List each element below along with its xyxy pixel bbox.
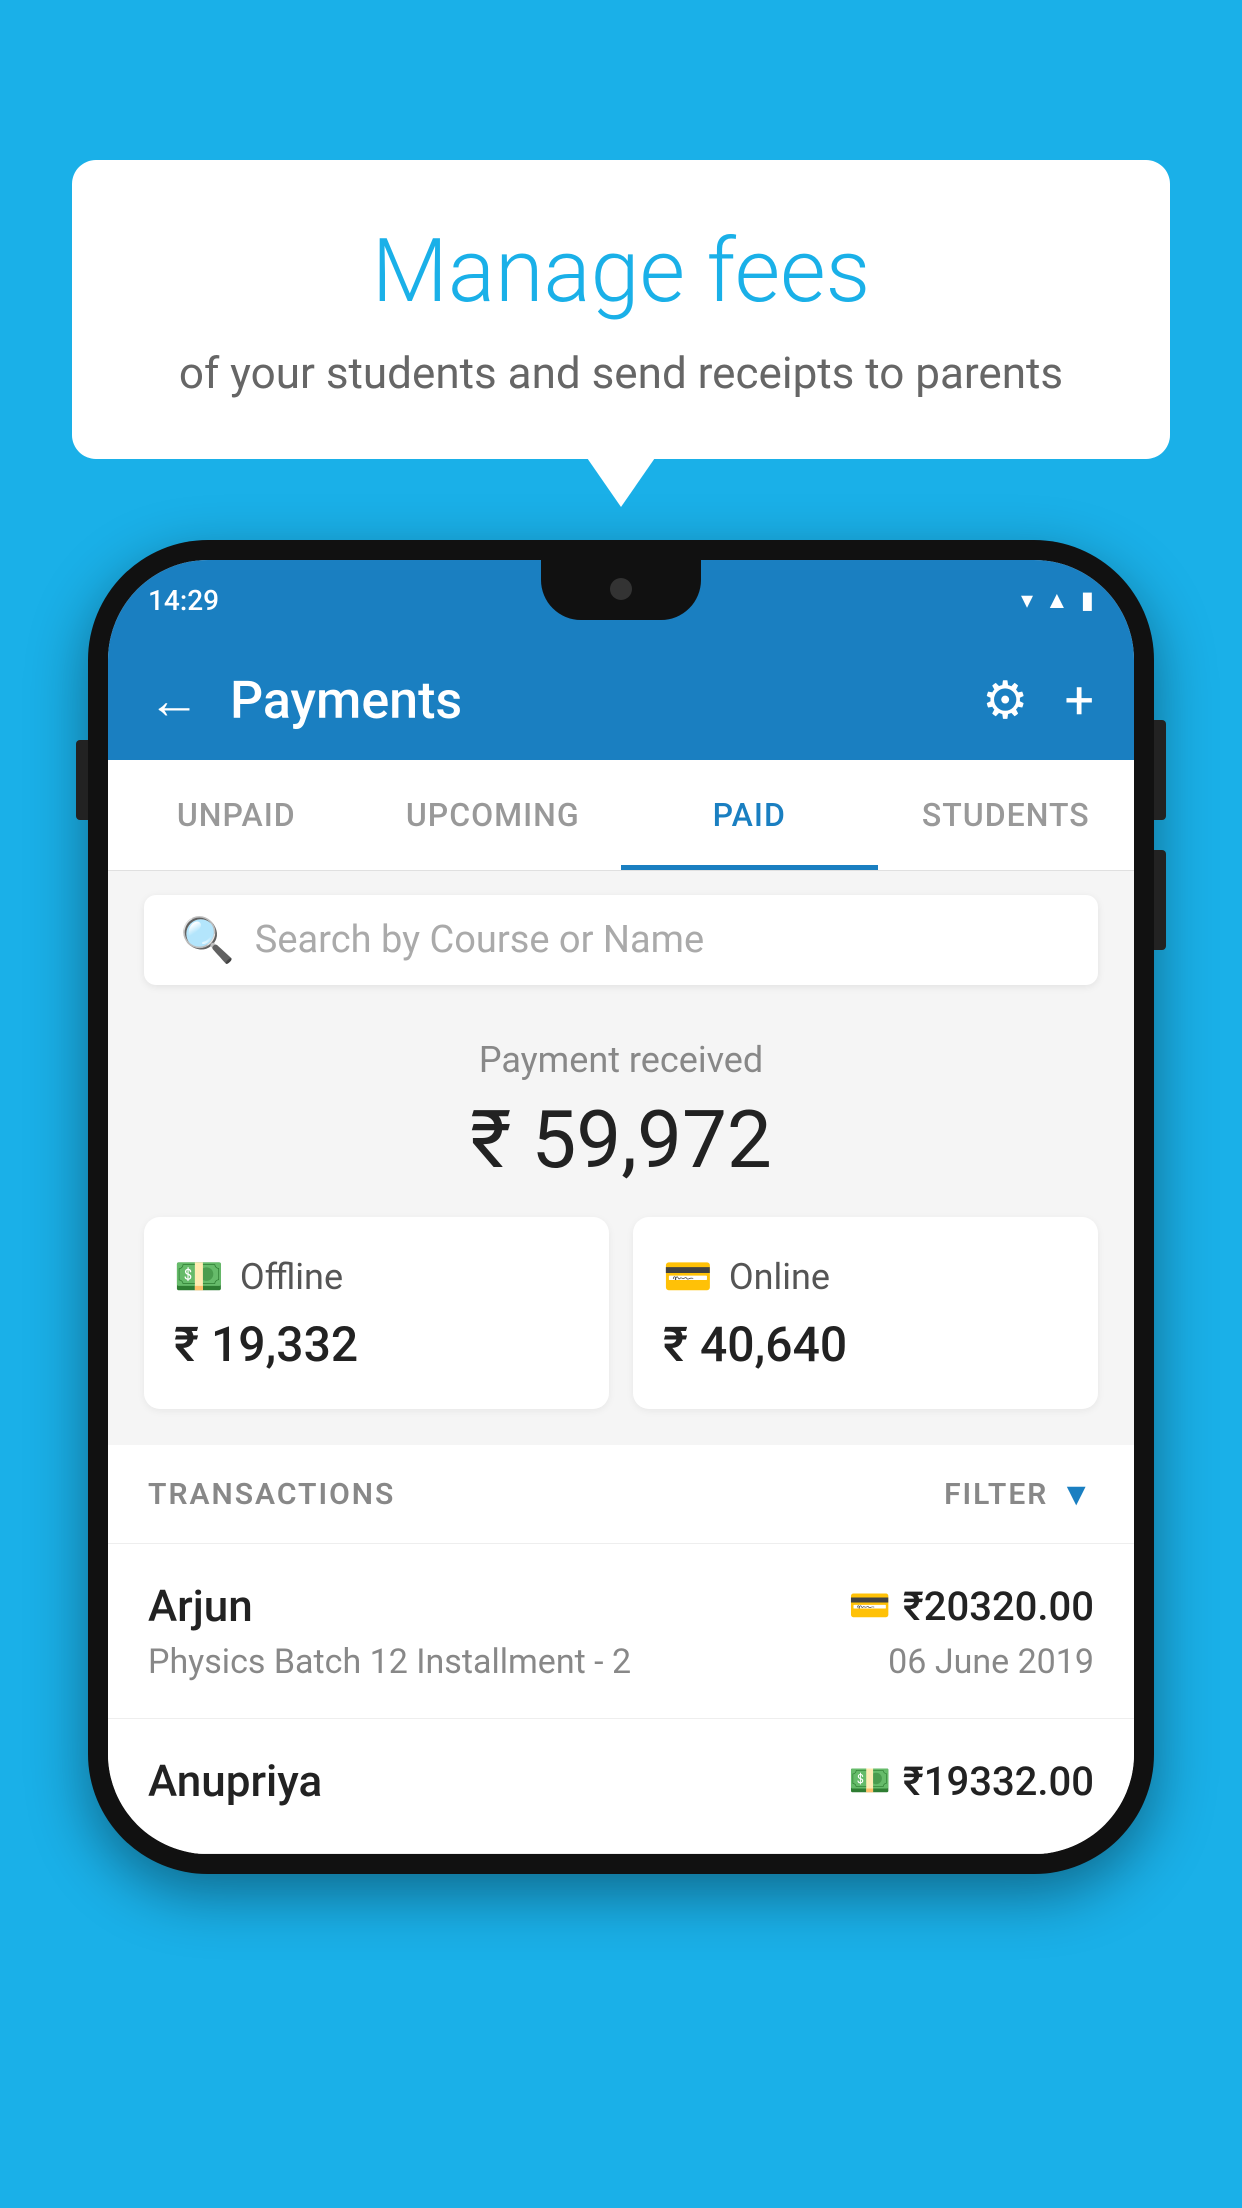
transactions-header: TRANSACTIONS FILTER ▼ xyxy=(108,1445,1134,1544)
transaction-amount-wrap-arjun: 💳 ₹20320.00 xyxy=(849,1583,1094,1630)
online-card-header: 💳 Online xyxy=(663,1253,1068,1300)
tab-paid[interactable]: PAID xyxy=(621,760,878,870)
payment-summary: Payment received ₹ 59,972 💵 Offline ₹ 19… xyxy=(108,1009,1134,1445)
online-icon: 💳 xyxy=(663,1253,713,1300)
wifi-icon: ▾ xyxy=(1021,586,1033,614)
tab-students[interactable]: STUDENTS xyxy=(878,760,1135,870)
filter-label: FILTER xyxy=(944,1477,1048,1512)
transaction-bottom-arjun: Physics Batch 12 Installment - 2 06 June… xyxy=(148,1642,1094,1682)
transaction-offline-icon: 💵 xyxy=(849,1761,891,1801)
transaction-name-anupriya: Anupriya xyxy=(148,1755,322,1807)
status-bar: 14:29 ▾ ▲ ▮ xyxy=(108,560,1134,640)
transactions-label: TRANSACTIONS xyxy=(148,1477,395,1512)
filter-icon: ▼ xyxy=(1060,1475,1094,1513)
signal-icon: ▲ xyxy=(1045,586,1069,615)
search-container: 🔍 Search by Course or Name xyxy=(108,871,1134,1009)
transaction-amount-wrap-anupriya: 💵 ₹19332.00 xyxy=(849,1758,1094,1805)
notch xyxy=(541,560,701,620)
power-button-top xyxy=(1154,720,1166,820)
battery-icon: ▮ xyxy=(1081,586,1094,614)
transaction-top-arjun: Arjun 💳 ₹20320.00 xyxy=(148,1580,1094,1632)
transaction-name-arjun: Arjun xyxy=(148,1580,253,1632)
camera xyxy=(610,578,632,600)
phone-screen: 14:29 ▾ ▲ ▮ ← Payments ⚙ + UNPAID xyxy=(108,560,1134,1854)
status-icons: ▾ ▲ ▮ xyxy=(1021,586,1094,615)
phone-frame: 14:29 ▾ ▲ ▮ ← Payments ⚙ + UNPAID xyxy=(88,540,1154,1874)
transaction-course-arjun: Physics Batch 12 Installment - 2 xyxy=(148,1642,631,1682)
payment-cards: 💵 Offline ₹ 19,332 💳 Online ₹ 40,640 xyxy=(144,1217,1098,1409)
bubble-title: Manage fees xyxy=(152,220,1090,323)
tabs-bar: UNPAID UPCOMING PAID STUDENTS xyxy=(108,760,1134,871)
tab-unpaid[interactable]: UNPAID xyxy=(108,760,365,870)
back-button[interactable]: ← xyxy=(148,670,200,731)
app-bar: ← Payments ⚙ + xyxy=(108,640,1134,760)
payment-total-amount: ₹ 59,972 xyxy=(144,1093,1098,1187)
online-amount: ₹ 40,640 xyxy=(663,1316,1068,1373)
search-bar[interactable]: 🔍 Search by Course or Name xyxy=(144,895,1098,985)
status-time: 14:29 xyxy=(148,584,219,617)
transaction-row-anupriya[interactable]: Anupriya 💵 ₹19332.00 xyxy=(108,1719,1134,1854)
page-title: Payments xyxy=(230,670,952,731)
speech-bubble: Manage fees of your students and send re… xyxy=(72,160,1170,459)
online-card: 💳 Online ₹ 40,640 xyxy=(633,1217,1098,1409)
offline-card: 💵 Offline ₹ 19,332 xyxy=(144,1217,609,1409)
payment-received-label: Payment received xyxy=(144,1039,1098,1081)
settings-icon[interactable]: ⚙ xyxy=(982,670,1029,731)
power-button-bottom xyxy=(1154,850,1166,950)
filter-button[interactable]: FILTER ▼ xyxy=(944,1475,1094,1513)
transaction-top-anupriya: Anupriya 💵 ₹19332.00 xyxy=(148,1755,1094,1807)
transaction-row-arjun[interactable]: Arjun 💳 ₹20320.00 Physics Batch 12 Insta… xyxy=(108,1544,1134,1719)
transaction-online-icon: 💳 xyxy=(849,1586,891,1626)
tab-upcoming[interactable]: UPCOMING xyxy=(365,760,622,870)
online-label: Online xyxy=(729,1256,830,1298)
transaction-date-arjun: 06 June 2019 xyxy=(888,1642,1094,1682)
offline-icon: 💵 xyxy=(174,1253,224,1300)
offline-card-header: 💵 Offline xyxy=(174,1253,579,1300)
offline-amount: ₹ 19,332 xyxy=(174,1316,579,1373)
search-icon: 🔍 xyxy=(180,914,235,966)
transaction-amount-anupriya: ₹19332.00 xyxy=(903,1758,1094,1805)
volume-button xyxy=(76,740,88,820)
search-input[interactable]: Search by Course or Name xyxy=(255,918,704,962)
app-bar-actions: ⚙ + xyxy=(982,670,1094,731)
offline-label: Offline xyxy=(240,1256,343,1298)
speech-bubble-container: Manage fees of your students and send re… xyxy=(72,160,1170,459)
bubble-subtitle: of your students and send receipts to pa… xyxy=(152,347,1090,399)
transaction-amount-arjun: ₹20320.00 xyxy=(903,1583,1094,1630)
add-icon[interactable]: + xyxy=(1064,670,1094,731)
